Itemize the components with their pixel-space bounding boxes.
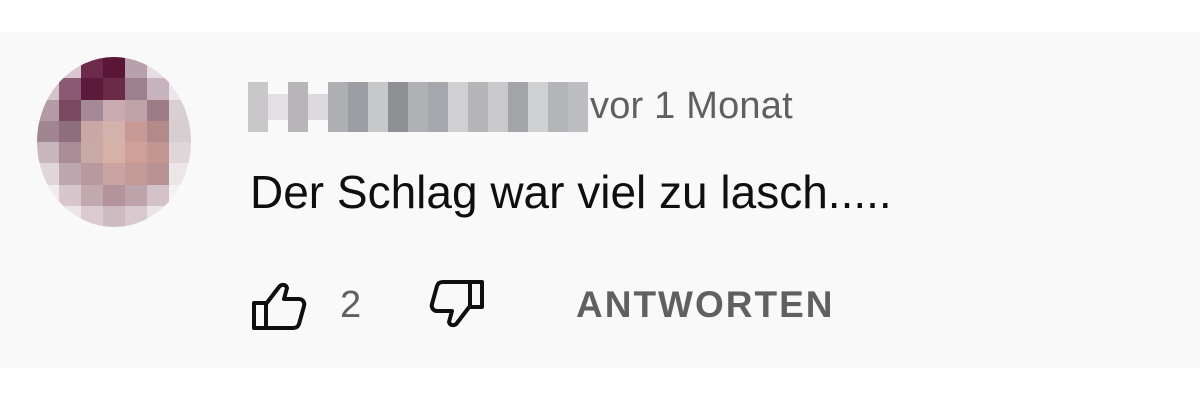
- avatar[interactable]: [37, 57, 191, 227]
- like-button[interactable]: [250, 279, 308, 331]
- thumbs-down-icon: [429, 280, 484, 328]
- comment-text: Der Schlag war viel zu lasch.....: [250, 166, 892, 218]
- author-name-pixelated[interactable]: [248, 82, 588, 132]
- dislike-button[interactable]: [428, 279, 486, 331]
- comment-timestamp[interactable]: vor 1 Monat: [590, 84, 793, 128]
- reply-button[interactable]: ANTWORTEN: [576, 283, 834, 327]
- like-count: 2: [340, 284, 362, 326]
- comment-card: vor 1 Monat Der Schlag war viel zu lasch…: [0, 32, 1200, 368]
- thumbs-up-icon: [252, 282, 307, 330]
